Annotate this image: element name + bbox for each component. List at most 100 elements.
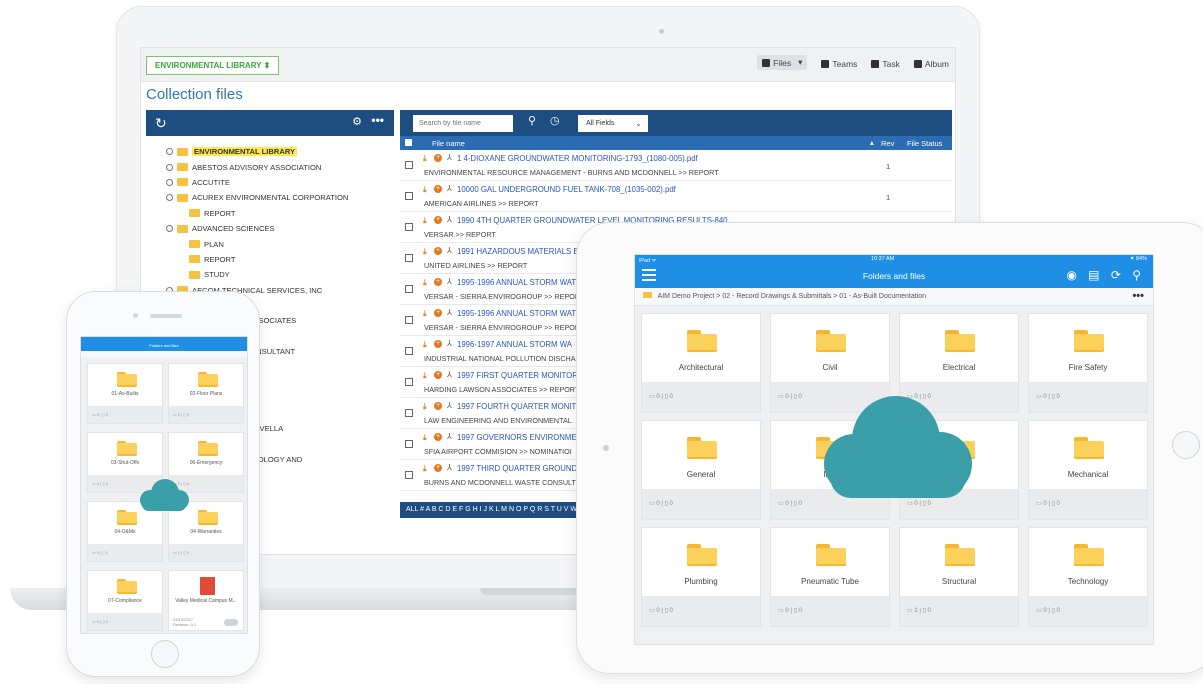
file-name-link[interactable]: 1997 FIRST QUARTER MONITOR bbox=[457, 371, 578, 380]
tab-album[interactable]: Album bbox=[913, 57, 949, 70]
col-file-status[interactable]: File Status bbox=[907, 139, 942, 148]
file-name-link[interactable]: 1997 THIRD QUARTER GROUND bbox=[457, 464, 577, 473]
tree-item[interactable]: REPORT bbox=[146, 206, 394, 221]
tree-item[interactable]: ABESTOS ADVISORY ASSOCIATION bbox=[146, 159, 394, 174]
folder-card[interactable]: 02-Floor Plans ▭ 0 | ▯ 0 bbox=[168, 363, 244, 424]
download-icon[interactable]: ⤓ bbox=[423, 464, 427, 474]
tablet-home-button[interactable] bbox=[1172, 431, 1200, 459]
expand-toggle-icon[interactable] bbox=[166, 163, 173, 171]
folder-card[interactable]: Architectural ▭ 0 | ▯ 0 bbox=[641, 313, 761, 413]
expand-toggle-icon[interactable] bbox=[166, 148, 173, 156]
folder-card[interactable]: Pneumatic Tube ▭ 0 | ▯ 0 bbox=[770, 527, 890, 627]
add-icon[interactable]: + bbox=[434, 433, 442, 441]
files-caret-icon[interactable]: ▾ bbox=[798, 57, 802, 68]
folder-card[interactable]: Fire Safety ▭ 0 | ▯ 0 bbox=[1028, 313, 1148, 413]
tab-task[interactable]: Task bbox=[871, 57, 900, 70]
add-icon[interactable]: + bbox=[434, 247, 442, 255]
tree-item[interactable]: ADVANCED SCIENCES bbox=[146, 221, 394, 236]
phone-home-button[interactable] bbox=[151, 640, 179, 668]
file-name-link[interactable]: 1995-1996 ANNUAL STORM WAT bbox=[457, 309, 576, 318]
row-checkbox[interactable] bbox=[405, 316, 413, 324]
folder-card[interactable]: Structural ▭ 1 | ▯ 0 bbox=[899, 527, 1019, 627]
file-name-link[interactable]: 1995-1996 ANNUAL STORM WAT bbox=[457, 278, 576, 287]
file-name-link[interactable]: 1 4-DIOXANE GROUNDWATER MONITORING-1793_… bbox=[457, 154, 698, 163]
library-select[interactable]: ENVIRONMENTAL LIBRARY ⬍ bbox=[146, 56, 280, 75]
add-icon[interactable]: + bbox=[434, 278, 442, 286]
folder-card[interactable]: Plumbing ▭ 0 | ▯ 0 bbox=[641, 527, 761, 627]
fields-select[interactable]: All Fields ⌄ bbox=[578, 115, 648, 132]
row-checkbox[interactable] bbox=[405, 192, 413, 200]
folder-card[interactable]: Technology ▭ 0 | ▯ 0 bbox=[1028, 527, 1148, 627]
table-row[interactable]: ⤓ + ⅄ 10000 GAL UNDERGROUND FUEL TANK-708_(… bbox=[400, 181, 952, 212]
file-name-link[interactable]: 1991 HAZARDOUS MATERIALS B bbox=[457, 247, 579, 256]
download-icon[interactable]: ⤓ bbox=[423, 402, 427, 412]
folder-card[interactable]: 07-Compliance ▭ 0 | ▯ 0 bbox=[87, 570, 163, 631]
alphabet-filter-bar[interactable]: ALL # A B C D E F G H I J K L M N O P Q … bbox=[400, 502, 580, 518]
add-icon[interactable]: + bbox=[434, 154, 442, 162]
download-icon[interactable]: ⤓ bbox=[423, 185, 427, 195]
refresh-icon[interactable]: ↻ bbox=[155, 115, 167, 132]
tab-teams[interactable]: Teams bbox=[821, 57, 857, 70]
add-icon[interactable]: + bbox=[434, 340, 442, 348]
download-icon[interactable]: ⤓ bbox=[423, 340, 427, 350]
download-icon[interactable]: ⤓ bbox=[423, 309, 427, 319]
tree-item[interactable]: ACCUTITE bbox=[146, 175, 394, 190]
add-icon[interactable]: + bbox=[434, 402, 442, 410]
tab-files[interactable]: Files ▾ bbox=[757, 55, 808, 70]
pdf-file-card[interactable]: Valley Medical Campus M... 03/10/2017 Revi… bbox=[168, 570, 244, 631]
file-name-link[interactable]: 10000 GAL UNDERGROUND FUEL TANK-708_(103… bbox=[457, 185, 676, 194]
file-name-link[interactable]: 1997 FOURTH QUARTER MONITO bbox=[457, 402, 582, 411]
folder-card[interactable]: 01-As-Builts ▭ 0 | ▯ 0 bbox=[87, 363, 163, 424]
breadcrumb-path[interactable]: AIM Demo Project > 02 - Record Drawings … bbox=[658, 293, 926, 300]
file-name-link[interactable]: 1997 GOVERNORS ENVIRONMEN bbox=[457, 433, 582, 442]
row-checkbox[interactable] bbox=[405, 409, 413, 417]
tree-item[interactable]: STUDY bbox=[146, 267, 394, 282]
top-bar: ENVIRONMENTAL LIBRARY ⬍ Files ▾ Teams Ta… bbox=[141, 48, 955, 82]
row-checkbox[interactable] bbox=[405, 254, 413, 262]
row-checkbox[interactable] bbox=[405, 347, 413, 355]
add-icon[interactable]: + bbox=[434, 216, 442, 224]
row-checkbox[interactable] bbox=[405, 440, 413, 448]
add-icon[interactable]: + bbox=[434, 371, 442, 379]
tree-item[interactable]: ENVIRONMENTAL LIBRARY bbox=[146, 144, 394, 159]
download-icon[interactable]: ⤓ bbox=[423, 433, 427, 443]
toggle-switch[interactable] bbox=[224, 619, 238, 626]
add-icon[interactable]: + bbox=[434, 464, 442, 472]
more-icon[interactable]: ••• bbox=[1132, 287, 1144, 305]
tree-item[interactable]: ACUREX ENVIRONMENTAL CORPORATION bbox=[146, 190, 394, 205]
row-checkbox[interactable] bbox=[405, 223, 413, 231]
gear-icon[interactable]: ⚙ bbox=[352, 115, 362, 128]
tablet-status-bar: iPad ᯤ 10:37 AM ⁕ 84% bbox=[635, 255, 1153, 264]
col-file-name[interactable]: File name bbox=[432, 139, 465, 148]
download-icon[interactable]: ⤓ bbox=[423, 154, 427, 164]
row-checkbox[interactable] bbox=[405, 161, 413, 169]
file-name-link[interactable]: 1996-1997 ANNUAL STORM WA bbox=[457, 340, 572, 349]
expand-toggle-icon[interactable] bbox=[166, 178, 173, 186]
history-icon[interactable]: ◷ bbox=[550, 114, 560, 127]
folder-card[interactable]: Mechanical ▭ 0 | ▯ 0 bbox=[1028, 420, 1148, 520]
download-icon[interactable]: ⤓ bbox=[423, 216, 427, 226]
tree-item[interactable]: REPORT bbox=[146, 252, 394, 267]
folder-card[interactable]: General ▭ 0 | ▯ 0 bbox=[641, 420, 761, 520]
expand-toggle-icon[interactable] bbox=[166, 225, 173, 233]
search-input[interactable] bbox=[413, 115, 513, 132]
row-checkbox[interactable] bbox=[405, 285, 413, 293]
folder-icon bbox=[1074, 544, 1104, 566]
table-row[interactable]: ⤓ + ⅄ 1 4-DIOXANE GROUNDWATER MONITORING-17… bbox=[400, 150, 952, 181]
expand-toggle-icon[interactable] bbox=[166, 194, 173, 202]
select-all-checkbox[interactable] bbox=[405, 139, 412, 146]
download-icon[interactable]: ⤓ bbox=[423, 247, 427, 257]
col-rev[interactable]: Rev bbox=[881, 139, 894, 148]
download-icon[interactable]: ⤓ bbox=[423, 371, 427, 381]
tree-item[interactable]: PLAN bbox=[146, 236, 394, 251]
more-icon[interactable]: ••• bbox=[371, 113, 384, 127]
folder-meta: ▭ 0 | ▯ 0 bbox=[642, 596, 760, 626]
sort-icon[interactable]: ▴ bbox=[870, 138, 874, 147]
search-icon[interactable]: ⚲ bbox=[528, 114, 536, 127]
tablet-header-icons[interactable]: ◉ ▤ ⟳ ⚲ bbox=[1066, 268, 1145, 282]
row-checkbox[interactable] bbox=[405, 471, 413, 479]
download-icon[interactable]: ⤓ bbox=[423, 278, 427, 288]
add-icon[interactable]: + bbox=[434, 309, 442, 317]
add-icon[interactable]: + bbox=[434, 185, 442, 193]
row-checkbox[interactable] bbox=[405, 378, 413, 386]
